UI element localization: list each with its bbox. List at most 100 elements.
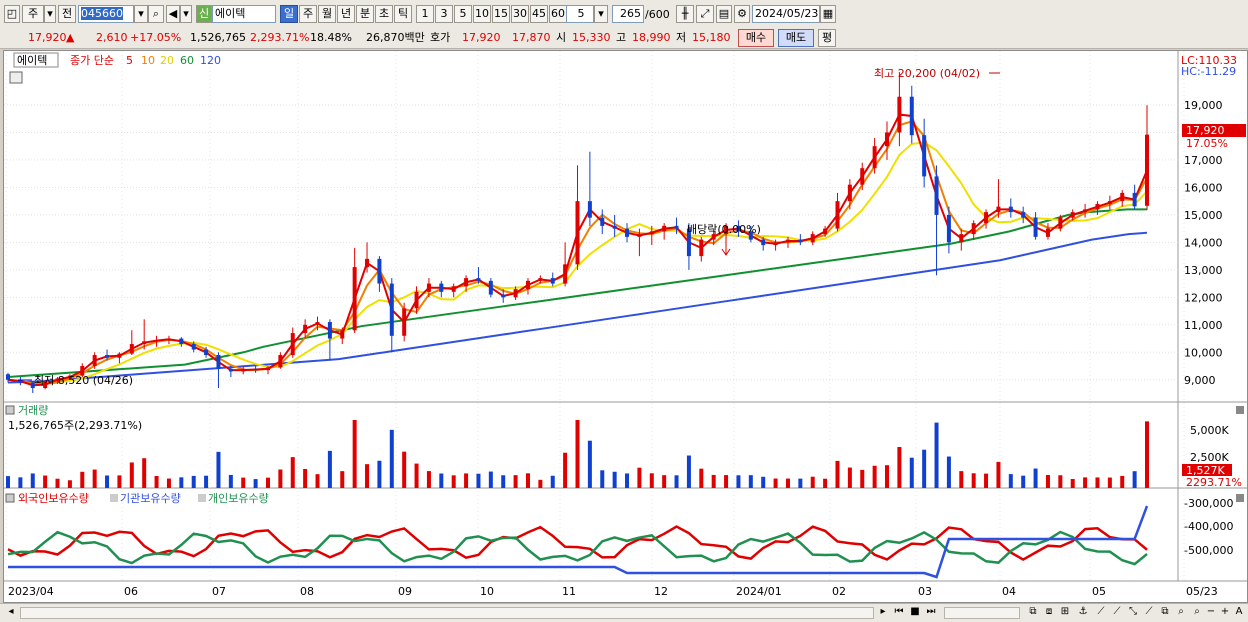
holding-panel-icon[interactable]	[5, 493, 15, 503]
volume-bar	[625, 473, 630, 488]
grid-toggle-icon[interactable]	[9, 71, 23, 84]
interval-dropdown-icon[interactable]: ▾	[594, 5, 608, 23]
interval-button-5[interactable]: 5	[454, 5, 472, 23]
x-axis-label: 05	[1092, 585, 1106, 598]
volume-bar	[253, 479, 258, 488]
draw4-icon[interactable]: ⟋	[1142, 605, 1156, 619]
chart-area[interactable]: 19,00018,00017,00016,00015,00014,00013,0…	[3, 50, 1248, 603]
volume-panel-icon[interactable]	[5, 405, 15, 415]
candle-body	[1120, 192, 1125, 202]
foreign-legend: 외국인보유수량	[18, 492, 89, 505]
period-tab-3[interactable]: 년	[337, 5, 355, 23]
institution-holding-line	[8, 505, 1149, 579]
auto-scale-icon[interactable]: A	[1232, 605, 1246, 619]
chart-toolbar: ◰ 주 ▾ 전 045660 ▾ ⌕ ◀ ▾ 신 에이텍 일주월년분초틱 135…	[0, 0, 1248, 29]
volume-close-icon[interactable]	[1236, 406, 1244, 414]
candle-body	[798, 239, 803, 243]
open-price: 15,330	[572, 31, 611, 44]
speaker-icon[interactable]: ◀	[166, 5, 180, 23]
search-icon[interactable]: ⌕	[148, 5, 164, 23]
next-icon[interactable]: ⏭	[924, 605, 938, 619]
horizontal-scrollbar[interactable]	[20, 607, 874, 619]
chevron-down-icon[interactable]: ▾	[44, 5, 56, 23]
interval-button-60[interactable]: 60	[549, 5, 567, 23]
stock-code-input[interactable]: 045660	[78, 5, 134, 23]
avg-button[interactable]: 평	[818, 29, 836, 47]
volume-bar	[600, 470, 605, 488]
interval-button-1[interactable]: 1	[416, 5, 434, 23]
layout2-icon[interactable]: ⧈	[1042, 605, 1056, 619]
draw1-icon[interactable]: ⟋	[1094, 605, 1108, 619]
candle-body	[476, 278, 481, 281]
chart-canvas[interactable]: 19,00018,00017,00016,00015,00014,00013,0…	[4, 51, 1247, 602]
period-tab-6[interactable]: 틱	[394, 5, 412, 23]
first-icon[interactable]: ⏮	[892, 605, 906, 619]
type-select[interactable]: 주	[22, 5, 44, 23]
legend-separator-icon	[198, 494, 206, 502]
count-input[interactable]: 265	[612, 5, 644, 23]
layout-icon[interactable]: ⧉	[1026, 605, 1040, 619]
volume-value-label: 1,526,765주(2,293.71%)	[8, 419, 142, 432]
volume-bar	[6, 476, 10, 488]
candle-body	[501, 294, 506, 298]
layout3-icon[interactable]: ⊞	[1058, 605, 1072, 619]
draw3-icon[interactable]: ⤡	[1126, 605, 1140, 619]
scroll-left-icon[interactable]: ◂	[4, 605, 18, 619]
sell-button[interactable]: 매도	[778, 29, 814, 47]
volume-bar	[1033, 468, 1038, 488]
interval-input[interactable]: 5	[566, 5, 594, 23]
tool-icon[interactable]: ⚓	[1076, 605, 1090, 619]
volume-bar	[265, 477, 270, 488]
scroll-right-icon[interactable]: ▸	[876, 605, 890, 619]
volume-bar	[612, 471, 617, 488]
ma120-legend: 120	[200, 54, 221, 67]
stop-icon[interactable]: ■	[908, 605, 922, 619]
volume-bar	[885, 465, 890, 488]
crosshair-icon[interactable]: ⌕	[1174, 605, 1188, 619]
interval-button-30[interactable]: 30	[511, 5, 529, 23]
window-menu-icon[interactable]: ◰	[4, 5, 20, 23]
interval-button-45[interactable]: 45	[530, 5, 548, 23]
change-percent: +17.05%	[130, 31, 182, 44]
candle-body	[575, 201, 580, 265]
period-tab-0[interactable]: 일	[280, 5, 298, 23]
code-dropdown-icon[interactable]: ▾	[134, 5, 148, 23]
volume-bar	[278, 469, 283, 488]
candle-body	[625, 228, 630, 237]
zoom-out-icon[interactable]: −	[1204, 605, 1218, 619]
stock-name-field[interactable]: 에이텍	[212, 5, 276, 23]
draw2-icon[interactable]: ⟋	[1110, 605, 1124, 619]
candle-body	[823, 228, 828, 235]
hoga-label: 호가	[430, 31, 451, 44]
period-tab-2[interactable]: 월	[318, 5, 336, 23]
holding-close-icon[interactable]	[1236, 494, 1244, 502]
x-axis-label: 06	[124, 585, 138, 598]
x-axis-label: 02	[832, 585, 846, 598]
candle-body	[847, 184, 852, 202]
ma5-legend: 5	[126, 54, 133, 67]
period-tab-1[interactable]: 주	[299, 5, 317, 23]
period-tab-4[interactable]: 분	[356, 5, 374, 23]
calendar-icon[interactable]: ▦	[820, 5, 836, 23]
bid-price: 17,870	[512, 31, 551, 44]
volume-bar	[451, 475, 456, 488]
date-input[interactable]: 2024/05/23	[752, 5, 820, 23]
zoom-in-icon[interactable]: +	[1218, 605, 1232, 619]
copy-icon[interactable]: ⧉	[1158, 605, 1172, 619]
save-icon[interactable]: ▤	[716, 5, 732, 23]
draw-tool-icon[interactable]: ⤢	[696, 5, 714, 23]
gear-icon[interactable]: ⚙	[734, 5, 750, 23]
volume-bar	[117, 475, 122, 488]
candle-type-icon[interactable]: ╫	[676, 5, 694, 23]
buy-button[interactable]: 매수	[738, 29, 774, 47]
volume-bar	[637, 467, 642, 488]
interval-button-15[interactable]: 15	[492, 5, 510, 23]
zoom-search-icon[interactable]: ⌕	[1190, 605, 1204, 619]
quote-bar: 17,920 ▲ 2,610 +17.05% 1,526,765 2,293.7…	[0, 28, 1248, 49]
interval-button-3[interactable]: 3	[435, 5, 453, 23]
jeon-button[interactable]: 전	[58, 5, 76, 23]
zoom-slider[interactable]	[944, 607, 1020, 619]
period-tab-5[interactable]: 초	[375, 5, 393, 23]
speaker-dropdown-icon[interactable]: ▾	[180, 5, 192, 23]
interval-button-10[interactable]: 10	[473, 5, 491, 23]
